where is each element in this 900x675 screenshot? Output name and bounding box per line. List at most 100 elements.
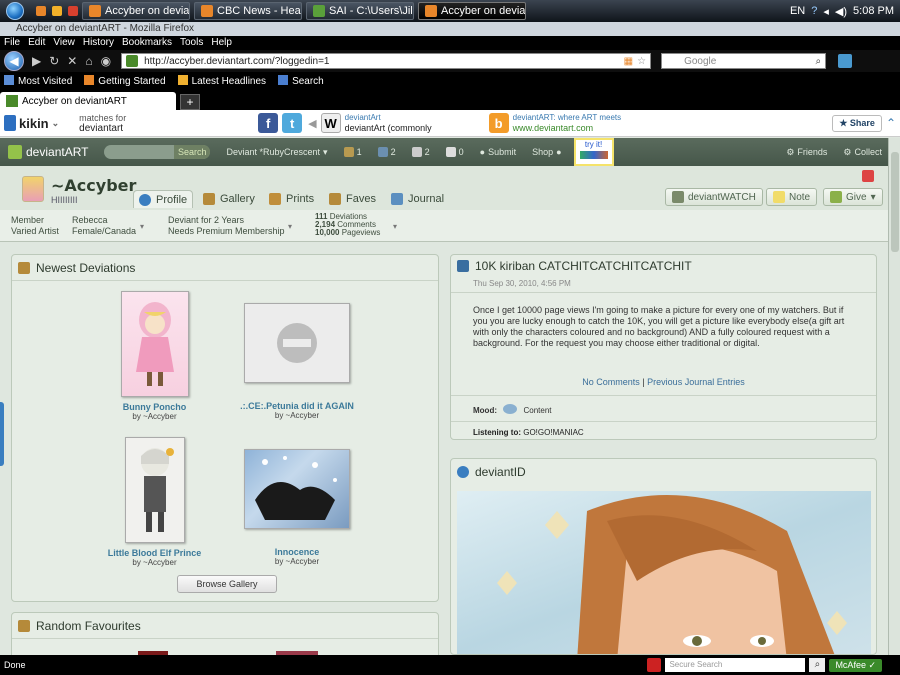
taskbar-task-3[interactable]: SAI - C:\Users\Jillian... xyxy=(306,2,414,20)
arrow-left-icon[interactable]: ◀ xyxy=(308,117,316,130)
wikipedia-icon[interactable]: W xyxy=(320,113,341,133)
menu-history[interactable]: History xyxy=(83,36,114,50)
profile-username[interactable]: ~Accyber xyxy=(51,176,136,195)
kikin-logo[interactable]: kikin ⌄ xyxy=(0,115,59,131)
no-comments-link[interactable]: No Comments xyxy=(582,377,640,387)
deviantwatch-button[interactable]: deviantWATCH xyxy=(665,188,763,206)
mcafee-shield-icon[interactable] xyxy=(647,658,662,672)
deviation-thumbnail[interactable] xyxy=(244,303,350,383)
twitter-icon[interactable]: t xyxy=(282,113,303,133)
stop-icon[interactable]: ✕ xyxy=(67,54,77,68)
star-icon[interactable]: ☆ xyxy=(637,56,650,67)
app-quicklaunch-icon[interactable] xyxy=(68,6,78,16)
submit-menu[interactable]: ● Submit xyxy=(480,147,516,157)
kikin-matches-dropdown[interactable]: matches for deviantart xyxy=(79,113,254,134)
previous-journal-link[interactable]: Previous Journal Entries xyxy=(647,377,745,387)
menu-edit[interactable]: Edit xyxy=(28,36,45,50)
address-bar[interactable]: http://accyber.deviantart.com/?loggedin=… xyxy=(121,53,652,69)
addon-icon[interactable] xyxy=(838,54,853,68)
media-player-quicklaunch-icon[interactable] xyxy=(52,6,62,16)
start-button[interactable] xyxy=(0,0,30,22)
menu-bookmarks[interactable]: Bookmarks xyxy=(122,36,172,50)
tab-accyber[interactable]: Accyber on deviantART xyxy=(0,92,176,110)
secure-search-input[interactable]: Secure Search xyxy=(665,658,806,672)
side-panel-handle[interactable] xyxy=(0,402,4,466)
help-icon[interactable]: ? xyxy=(811,5,817,17)
da-search-input[interactable]: Search xyxy=(104,145,211,159)
magnifier-icon[interactable]: ⌕ xyxy=(815,56,825,67)
taskbar-task-1[interactable]: Accyber on deviant... xyxy=(82,2,190,20)
user-identity[interactable]: Rebecca Female/Canada xyxy=(72,215,136,237)
watch-counter[interactable]: 2 xyxy=(377,147,396,157)
stat-counts[interactable]: 111 Deviations 2,194 Comments 10,000 Pag… xyxy=(315,213,380,237)
menu-help[interactable]: Help xyxy=(211,36,232,50)
deviant-age[interactable]: Deviant for 2 Years Needs Premium Members… xyxy=(168,215,285,237)
search-box[interactable]: Google ⌕ xyxy=(661,53,827,69)
firefox-quicklaunch-icon[interactable] xyxy=(36,6,46,16)
deviation-title[interactable]: Little Blood Elf Prince xyxy=(102,548,207,558)
deviation-title[interactable]: .:.CE:.Petunia did it AGAIN xyxy=(232,401,362,411)
da-search-button[interactable]: Search xyxy=(173,145,211,159)
bookmark-latest-headlines[interactable]: Latest Headlines xyxy=(177,75,266,87)
page-scrollbar[interactable] xyxy=(888,138,900,655)
mcafee-badge[interactable]: McAfee ✓ xyxy=(829,658,882,672)
friends-menu[interactable]: ⚙ Friends xyxy=(786,147,827,158)
tab-faves[interactable]: Faves xyxy=(324,190,381,208)
journal-title[interactable]: 10K kiriban CATCHITCATCHITCATCHIT xyxy=(475,259,692,273)
deviation-innocence[interactable]: Innocence by ~Accyber xyxy=(232,449,362,566)
language-indicator[interactable]: EN xyxy=(790,5,805,17)
new-tab-button[interactable]: + xyxy=(180,94,200,110)
deviation-blood-elf-prince[interactable]: Little Blood Elf Prince by ~Accyber xyxy=(102,437,207,567)
chat-icon[interactable]: ◉ xyxy=(101,54,111,68)
collapse-icon[interactable]: ⌃ xyxy=(886,116,896,130)
deviation-thumbnail[interactable] xyxy=(244,449,350,529)
network-icon[interactable]: ◂ xyxy=(823,5,829,18)
tab-profile[interactable]: Profile xyxy=(133,190,194,208)
deviation-petunia[interactable]: .:.CE:.Petunia did it AGAIN by ~Accyber xyxy=(232,303,362,420)
search-icon[interactable]: ⌕ xyxy=(809,658,826,672)
tab-gallery[interactable]: Gallery xyxy=(198,190,260,208)
deviation-author[interactable]: by ~Accyber xyxy=(102,558,207,567)
kikin-result-wikipedia[interactable]: deviantArt deviantArt (commonly xyxy=(345,113,485,133)
try-it-badge[interactable]: try it! xyxy=(573,138,614,166)
chevron-down-icon[interactable]: ▾ xyxy=(393,222,397,231)
deviations-counter[interactable]: 1 xyxy=(343,147,362,157)
deviantart-logo[interactable]: deviantART xyxy=(0,145,88,159)
rss-icon[interactable]: ▦ xyxy=(624,56,637,67)
chevron-down-icon[interactable]: ▾ xyxy=(140,222,144,231)
bookmark-most-visited[interactable]: Most Visited xyxy=(4,75,72,87)
deviation-title[interactable]: Innocence xyxy=(232,547,362,557)
collect-menu[interactable]: ⚙ Collect xyxy=(843,147,882,158)
deviation-author[interactable]: by ~Accyber xyxy=(232,557,362,566)
forward-icon[interactable]: ▶ xyxy=(32,54,41,68)
menu-file[interactable]: File xyxy=(4,36,20,50)
deviantid-photo[interactable] xyxy=(457,491,871,654)
blogger-icon[interactable]: b xyxy=(488,113,509,133)
user-menu[interactable]: Deviant *RubyCrescent ▾ xyxy=(226,147,327,158)
menu-view[interactable]: View xyxy=(53,36,75,50)
share-button[interactable]: ★ Share xyxy=(832,114,882,132)
clock[interactable]: 5:08 PM xyxy=(853,5,894,17)
deviation-title[interactable]: Bunny Poncho xyxy=(102,402,207,412)
tab-prints[interactable]: Prints xyxy=(264,190,319,208)
kikin-result-deviantart[interactable]: deviantART: where ART meets www.deviantar… xyxy=(513,113,653,133)
give-button[interactable]: Give ▾ xyxy=(823,188,883,206)
deviation-author[interactable]: by ~Accyber xyxy=(102,412,207,421)
chevron-down-icon[interactable]: ▾ xyxy=(288,222,292,231)
deviation-bunny-poncho[interactable]: Bunny Poncho by ~Accyber xyxy=(102,291,207,421)
facebook-icon[interactable]: f xyxy=(258,113,279,133)
taskbar-task-2[interactable]: CBC News - Health ... xyxy=(194,2,302,20)
bookmark-getting-started[interactable]: Getting Started xyxy=(84,75,166,87)
taskbar-task-4[interactable]: Accyber on deviant... xyxy=(418,2,526,20)
note-button[interactable]: Note xyxy=(766,188,818,206)
comments-counter[interactable]: 2 xyxy=(411,147,430,157)
bookmark-search[interactable]: Search xyxy=(278,75,324,87)
browse-gallery-button[interactable]: Browse Gallery xyxy=(177,575,277,593)
menu-tools[interactable]: Tools xyxy=(180,36,203,50)
deviation-thumbnail[interactable] xyxy=(120,291,189,397)
home-icon[interactable]: ⌂ xyxy=(85,54,92,68)
notes-counter[interactable]: 0 xyxy=(445,147,464,157)
volume-icon[interactable]: ◀) xyxy=(835,5,847,18)
chevron-down-icon[interactable]: ⌄ xyxy=(52,118,60,129)
back-button[interactable]: ◀ xyxy=(4,51,24,71)
